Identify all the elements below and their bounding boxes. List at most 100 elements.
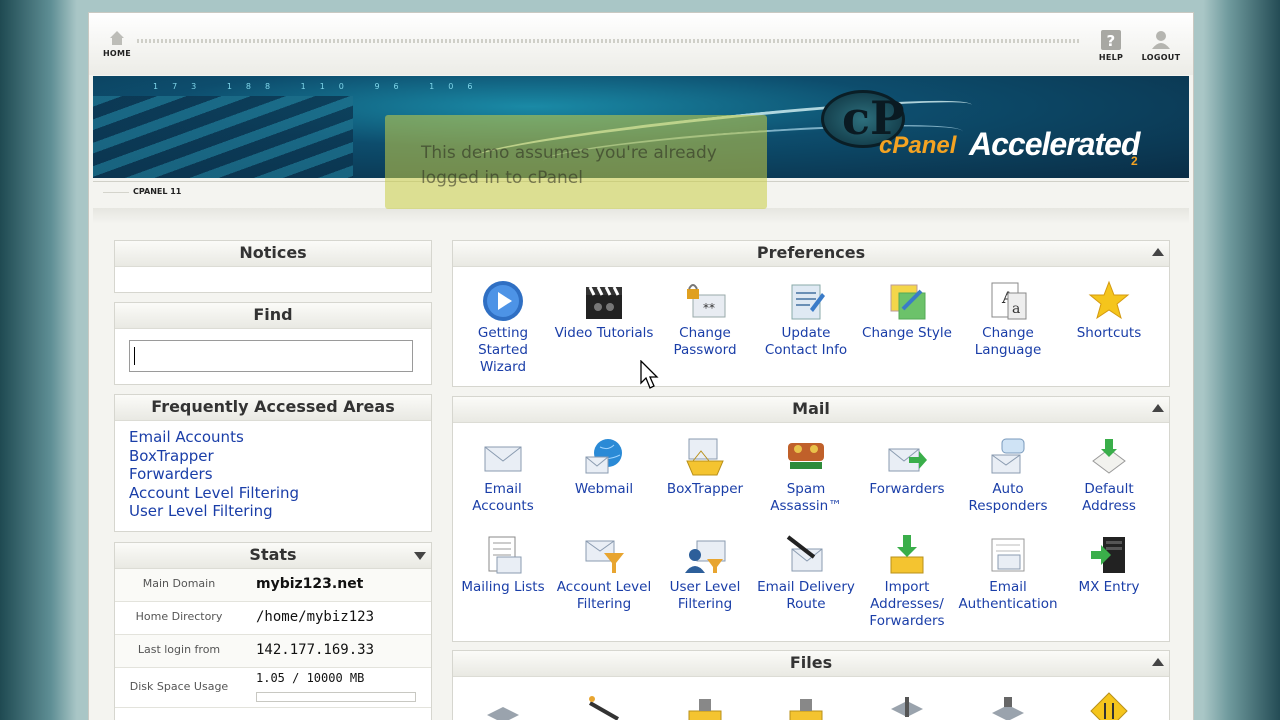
boxtrapper[interactable]: BoxTrapper bbox=[655, 435, 755, 498]
email-accounts[interactable]: Email Accounts bbox=[453, 435, 553, 515]
boxtrapper-icon bbox=[686, 438, 724, 476]
email-delivery-route[interactable]: Email Delivery Route bbox=[756, 533, 856, 613]
link-email-accounts[interactable]: Email Accounts bbox=[129, 428, 417, 447]
find-title: Find bbox=[115, 303, 431, 329]
mail-header[interactable]: Mail bbox=[453, 397, 1169, 423]
account-level-filtering[interactable]: Account Level Filtering bbox=[554, 533, 654, 613]
home-label: HOME bbox=[102, 49, 132, 58]
disk-usage-icon bbox=[891, 697, 923, 717]
forward-arrow-icon bbox=[888, 448, 927, 472]
files-item[interactable] bbox=[453, 689, 553, 720]
stats-title: Stats bbox=[249, 545, 297, 564]
backup-disk-icon bbox=[487, 707, 519, 720]
home-icon bbox=[110, 31, 124, 45]
ftp-arrows-icon bbox=[1090, 692, 1128, 720]
spam-assassin[interactable]: Spam Assassin™ bbox=[756, 435, 856, 515]
collapse-arrow-icon[interactable] bbox=[1152, 248, 1164, 256]
link-account-level-filtering[interactable]: Account Level Filtering bbox=[129, 484, 417, 503]
envelope-icon bbox=[484, 446, 522, 472]
banner-digits: 173 188 110 96 106 bbox=[153, 82, 487, 91]
link-forwarders[interactable]: Forwarders bbox=[129, 465, 417, 484]
link-user-level-filtering[interactable]: User Level Filtering bbox=[129, 502, 417, 521]
change-style[interactable]: Change Style bbox=[857, 279, 957, 342]
import-addresses-forwarders[interactable]: Import Addresses/ Forwarders bbox=[857, 533, 957, 630]
files-panel: Files bbox=[452, 650, 1170, 720]
webmail[interactable]: Webmail bbox=[554, 435, 654, 498]
logout-label: LOGOUT bbox=[1141, 53, 1181, 62]
legacy-file-manager-icon bbox=[789, 699, 823, 720]
files-title: Files bbox=[789, 653, 833, 672]
tab-cpanel[interactable]: CPANEL 11 bbox=[133, 187, 181, 196]
autoresponder-icon bbox=[991, 438, 1025, 474]
style-palette-icon bbox=[890, 284, 926, 320]
files-item[interactable] bbox=[1059, 689, 1159, 720]
frequent-title: Frequently Accessed Areas bbox=[115, 395, 431, 421]
preferences-panel: Preferences Getting Started Wizard Video… bbox=[452, 240, 1170, 387]
import-icon bbox=[890, 535, 924, 574]
backup-wizard-icon bbox=[589, 696, 619, 720]
stats-panel: Stats Main Domain mybiz123.net Home Dire… bbox=[114, 542, 432, 720]
files-header[interactable]: Files bbox=[453, 651, 1169, 677]
help-button[interactable]: ? HELP bbox=[1089, 29, 1133, 62]
mx-entry[interactable]: MX Entry bbox=[1059, 533, 1159, 596]
change-language[interactable]: Aa Change Language bbox=[958, 279, 1058, 359]
expand-arrow-icon[interactable] bbox=[414, 552, 426, 560]
email-authentication[interactable]: Email Authentication bbox=[958, 533, 1058, 613]
video-tutorials[interactable]: Video Tutorials bbox=[554, 279, 654, 342]
web-disk-icon bbox=[992, 697, 1024, 720]
user-filter-icon bbox=[685, 540, 726, 573]
contact-info-icon bbox=[791, 284, 825, 320]
mailing-list-icon bbox=[488, 536, 522, 574]
mx-server-icon bbox=[1091, 537, 1125, 573]
link-boxtrapper[interactable]: BoxTrapper bbox=[129, 447, 417, 466]
preferences-title: Preferences bbox=[756, 243, 866, 262]
find-panel: Find bbox=[114, 302, 432, 385]
notices-title: Notices bbox=[115, 241, 431, 267]
logo-version: 2 bbox=[1131, 154, 1138, 168]
mailing-lists[interactable]: Mailing Lists bbox=[453, 533, 553, 596]
svg-text:a: a bbox=[1012, 301, 1020, 317]
stat-row: Disk Space Usage 1.05 / 10000 MB bbox=[115, 668, 431, 708]
logo-text: cPanel bbox=[879, 132, 957, 159]
webmail-globe-icon bbox=[585, 439, 622, 474]
preferences-header[interactable]: Preferences bbox=[453, 241, 1169, 267]
stat-row: Last login from 142.177.169.33 bbox=[115, 635, 431, 668]
frequent-links: Email Accounts BoxTrapper Forwarders Acc… bbox=[115, 421, 431, 528]
stats-header[interactable]: Stats bbox=[115, 543, 431, 569]
file-manager-icon bbox=[688, 699, 722, 720]
files-item[interactable] bbox=[857, 689, 957, 720]
getting-started-wizard[interactable]: Getting Started Wizard bbox=[453, 279, 553, 376]
account-filter-icon bbox=[585, 540, 624, 573]
default-address[interactable]: Default Address bbox=[1059, 435, 1159, 515]
files-item[interactable] bbox=[756, 689, 856, 720]
demo-notice-overlay: This demo assumes you're already logged … bbox=[385, 115, 767, 209]
files-item[interactable] bbox=[554, 689, 654, 720]
default-address-icon bbox=[1092, 439, 1126, 474]
home-button[interactable]: HOME bbox=[95, 29, 139, 58]
svg-text:**: ** bbox=[703, 301, 715, 315]
auto-responders[interactable]: Auto Responders bbox=[958, 435, 1058, 515]
shortcuts[interactable]: Shortcuts bbox=[1059, 279, 1159, 342]
mail-panel: Mail Email Accounts Webmail BoxTrapper S… bbox=[452, 396, 1170, 642]
logout-button[interactable]: LOGOUT bbox=[1139, 29, 1183, 62]
disk-usage-bar bbox=[256, 692, 416, 702]
clapperboard-icon bbox=[586, 286, 622, 319]
user-level-filtering[interactable]: User Level Filtering bbox=[655, 533, 755, 613]
password-lock-icon: ** bbox=[687, 284, 726, 318]
language-icon: Aa bbox=[991, 282, 1027, 320]
collapse-arrow-icon[interactable] bbox=[1152, 658, 1164, 666]
files-item[interactable] bbox=[958, 689, 1058, 720]
stat-row: Home Directory /home/mybiz123 bbox=[115, 602, 431, 635]
star-icon bbox=[1088, 280, 1130, 320]
forwarders[interactable]: Forwarders bbox=[857, 435, 957, 498]
delivery-route-icon bbox=[786, 535, 823, 572]
find-input[interactable] bbox=[129, 340, 413, 372]
collapse-arrow-icon[interactable] bbox=[1152, 404, 1164, 412]
email-auth-icon bbox=[991, 538, 1025, 572]
user-logout-icon bbox=[1152, 31, 1170, 49]
update-contact-info[interactable]: Update Contact Info bbox=[756, 279, 856, 359]
files-item[interactable] bbox=[655, 689, 755, 720]
change-password[interactable]: ** Change Password bbox=[655, 279, 755, 359]
top-toolbar: HOME ? HELP LOGOUT bbox=[89, 13, 1193, 75]
help-icon: ? bbox=[1101, 30, 1121, 50]
